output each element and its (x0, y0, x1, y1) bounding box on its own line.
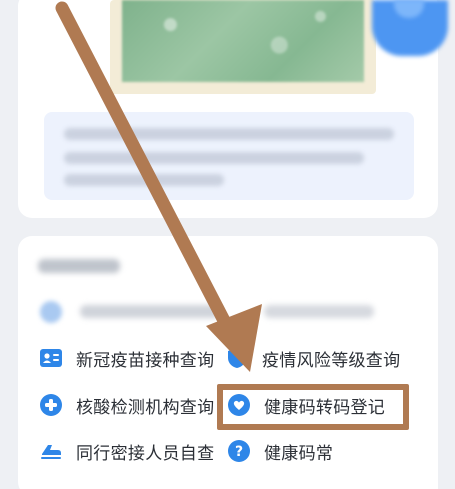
annotation-arrow (55, 1, 262, 372)
